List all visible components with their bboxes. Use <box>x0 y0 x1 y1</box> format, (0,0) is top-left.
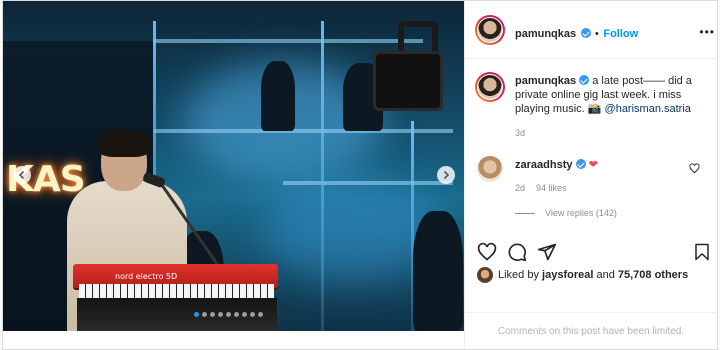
more-options-icon[interactable]: ••• <box>699 25 715 39</box>
heart-icon[interactable] <box>477 242 497 262</box>
caption: pamunqkas a late post—— did a private on… <box>515 74 695 116</box>
commenter-username[interactable]: zaraadhsty <box>515 159 572 171</box>
camera-rig <box>373 51 443 111</box>
post-photo[interactable]: KAS nord electro 5D <box>3 1 464 331</box>
follow-button[interactable]: Follow <box>603 28 638 40</box>
caption-avatar[interactable] <box>475 72 505 102</box>
comment-like-heart-icon[interactable] <box>689 163 700 174</box>
author-username[interactable]: pamunqkas <box>515 28 576 40</box>
carousel-dot <box>202 312 207 317</box>
carousel-dot <box>218 312 223 317</box>
liked-by-mid: and <box>593 269 618 281</box>
comments-limited-notice: Comments on this post have been limited. <box>465 312 717 349</box>
carousel-dot <box>226 312 231 317</box>
comments-limited-text: Comments on this post have been limited. <box>497 325 685 337</box>
view-replies[interactable]: View replies (142) <box>515 208 617 218</box>
chevron-left-icon <box>18 170 25 180</box>
caption-mention[interactable]: @harisman.satria <box>605 103 691 115</box>
bookmark-icon[interactable] <box>693 242 711 262</box>
carousel-dot <box>210 312 215 317</box>
prev-photo-button[interactable] <box>13 166 31 184</box>
caption-timestamp[interactable]: 3d <box>515 128 525 138</box>
carousel-dot <box>234 312 239 317</box>
camera-emoji: 📸 <box>587 103 602 115</box>
carousel-dot <box>258 312 263 317</box>
next-photo-button[interactable] <box>437 166 455 184</box>
carousel-dot <box>194 312 199 317</box>
verified-icon <box>580 28 591 38</box>
carousel-dot <box>242 312 247 317</box>
commenter-avatar[interactable] <box>477 156 503 182</box>
share-icon[interactable] <box>537 242 557 262</box>
liked-by-row: Liked by jaysforeal and 75,708 others <box>477 267 688 283</box>
comment-timestamp[interactable]: 2d <box>515 183 525 193</box>
comment-likes[interactable]: 94 likes <box>536 183 567 193</box>
likes-count[interactable]: 75,708 others <box>618 269 688 281</box>
replies-divider <box>515 212 535 214</box>
comment-icon[interactable] <box>507 242 527 262</box>
instagram-post: KAS nord electro 5D pamunqkas • Follow •… <box>2 0 718 350</box>
carousel-dot <box>250 312 255 317</box>
separator-dot: • <box>595 28 599 40</box>
keyboard-brand-label: nord electro 5D <box>115 272 178 281</box>
comment: zaraadhsty ❤ <box>515 158 598 171</box>
verified-icon <box>579 75 590 85</box>
action-bar <box>465 236 717 266</box>
liker-avatar[interactable] <box>477 267 493 283</box>
post-details-panel: pamunqkas • Follow ••• pamunqkas a late … <box>464 1 717 349</box>
liker-username[interactable]: jaysforeal <box>542 269 593 281</box>
comment-heart-emoji: ❤ <box>588 159 598 171</box>
comment-meta: 2d 94 likes <box>515 183 567 193</box>
carousel-indicator <box>194 312 263 317</box>
verified-icon <box>575 159 586 169</box>
view-replies-link[interactable]: View replies (142) <box>545 208 617 218</box>
author-avatar[interactable] <box>475 15 505 45</box>
caption-username[interactable]: pamunqkas <box>515 75 576 87</box>
liked-by-prefix: Liked by <box>498 269 543 281</box>
chevron-right-icon <box>443 170 450 180</box>
post-header: pamunqkas • Follow ••• <box>465 1 717 59</box>
